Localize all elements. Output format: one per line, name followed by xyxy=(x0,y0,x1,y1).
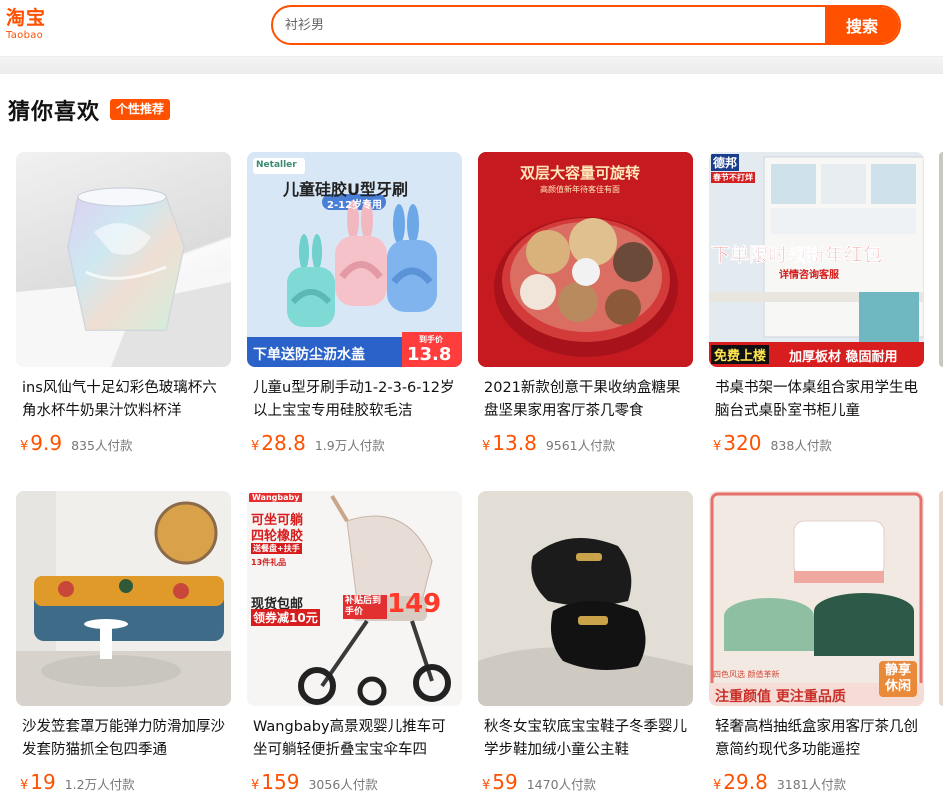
product-title[interactable]: 儿童u型牙刷手动1-2-3-6-12岁以上宝宝专用硅胶软毛洁 xyxy=(247,377,462,423)
sales-count: 835人付款 xyxy=(71,438,133,453)
image-tag-text: 四色风选 颜值革新 xyxy=(713,670,780,679)
currency-symbol: ¥ xyxy=(482,778,491,793)
product-title[interactable]: 沙发笠套罩万能弹力防滑加厚沙发套防猫抓全包四季通 xyxy=(16,716,231,762)
image-bottom-text: 注重颜值 更注重品质 xyxy=(715,689,846,705)
image-price-text: 149 xyxy=(387,589,442,619)
currency-symbol: ¥ xyxy=(713,439,722,454)
sales-count: 1.9万人付款 xyxy=(314,438,385,453)
image-headline-text: 双层大容量可旋转 xyxy=(520,164,641,182)
product-image-baby-shoes[interactable] xyxy=(478,491,693,706)
product-price: 159 xyxy=(261,770,300,794)
product-title[interactable]: 2021新款创意干果收纳盒糖果盘坚果家用客厅茶几零食 xyxy=(478,377,693,423)
product-price: 320 xyxy=(723,431,762,455)
product-card[interactable]: ins风仙气十足幻彩色玻璃杯六角水杯牛奶果汁饮料杯洋 ¥ 9.9 835人付款 xyxy=(16,152,231,455)
currency-symbol: ¥ xyxy=(251,778,260,793)
section-title: 猜你喜欢 xyxy=(8,100,101,125)
sales-count: 3056人付款 xyxy=(308,777,378,792)
price-row: ¥ 19 1.2万人付款 xyxy=(16,770,231,794)
image-corner-text: 静享休闲 xyxy=(879,661,917,697)
price-row: ¥ 59 1470人付款 xyxy=(478,770,693,794)
product-title[interactable]: 秋冬女宝软底宝宝鞋子冬季婴儿学步鞋加绒小童公主鞋 xyxy=(478,716,693,762)
price-row: ¥ 13.8 9561人付款 xyxy=(478,431,693,455)
image-bottom-text-1: 免费上楼 xyxy=(711,345,770,364)
price-row: ¥ 29.8 3181人付款 xyxy=(709,770,924,794)
image-tag-text: 春节不打烊 xyxy=(711,172,755,183)
product-card[interactable]: 德邦 春节不打烊 下单限时领新年红包 详情咨询客服 免费上楼 加厚板材 稳固耐用… xyxy=(709,152,924,455)
image-price-label: 补贴后到手价 xyxy=(343,595,387,619)
partial-product-image[interactable] xyxy=(939,491,943,706)
taobao-logo[interactable]: 淘宝 Taobao xyxy=(6,7,56,43)
image-sub-text: 详情咨询客服 xyxy=(779,270,839,281)
logo-text-cn: 淘宝 xyxy=(6,7,47,29)
product-card[interactable]: 四色风选 颜值革新 注重颜值 更注重品质 静享休闲 轻奢高档抽纸盒家用客厅茶几创… xyxy=(709,491,924,794)
image-brand-text: Netaller xyxy=(256,160,297,170)
product-title[interactable]: Wangbaby高景观婴儿推车可坐可躺轻便折叠宝宝伞车四 xyxy=(247,716,462,762)
price-row: ¥ 9.9 835人付款 xyxy=(16,431,231,455)
image-tag-text-2: 13件礼品 xyxy=(251,558,287,567)
image-brand-text: Wangbaby xyxy=(249,493,303,502)
currency-symbol: ¥ xyxy=(20,439,29,454)
sales-count: 1.2万人付款 xyxy=(64,777,135,792)
search-button[interactable]: 搜索 xyxy=(825,7,899,43)
search-input[interactable] xyxy=(273,7,828,43)
product-price: 59 xyxy=(492,770,518,794)
product-card[interactable]: 双层大容量可旋转 高颜值新年待客佳有面 2021新款创意干果收纳盒糖果盘坚果家用… xyxy=(478,152,693,455)
image-tag-text-1: 送餐盘+扶手 xyxy=(251,543,302,554)
currency-symbol: ¥ xyxy=(713,778,722,793)
currency-symbol: ¥ xyxy=(482,439,491,454)
price-row: ¥ 320 838人付款 xyxy=(709,431,924,455)
currency-symbol: ¥ xyxy=(20,778,29,793)
product-image-toothbrush[interactable]: Netaller 儿童硅胶U型牙刷 2-12岁专用 下单送防尘沥水盖 到手价 1… xyxy=(247,152,462,367)
image-headline-text-2: 四轮橡胶 xyxy=(251,529,304,544)
logo-text-en: Taobao xyxy=(6,30,44,41)
image-brand-text: 德邦 xyxy=(711,154,740,171)
product-price: 28.8 xyxy=(261,431,306,455)
price-row: ¥ 159 3056人付款 xyxy=(247,770,462,794)
search-bar: 搜索 xyxy=(271,5,901,45)
product-price: 19 xyxy=(30,770,56,794)
product-price: 29.8 xyxy=(723,770,768,794)
sales-count: 9561人付款 xyxy=(545,438,616,453)
product-card[interactable]: 秋冬女宝软底宝宝鞋子冬季婴儿学步鞋加绒小童公主鞋 ¥ 59 1470人付款 xyxy=(478,491,693,794)
image-headline-text: 下单限时领新年红包 xyxy=(711,244,883,267)
product-image-desk-bookshelf[interactable]: 德邦 春节不打烊 下单限时领新年红包 详情咨询客服 免费上楼 加厚板材 稳固耐用 xyxy=(709,152,924,367)
personalized-badge: 个性推荐 xyxy=(110,99,171,120)
product-title[interactable]: 书桌书架一体桌组合家用学生电脑台式桌卧室书柜儿童 xyxy=(709,377,924,423)
product-image-glass-cup[interactable] xyxy=(16,152,231,367)
price-row: ¥ 28.8 1.9万人付款 xyxy=(247,431,462,455)
image-promo-text: 下单送防尘沥水盖 xyxy=(253,347,365,363)
product-image-candy-box[interactable]: 双层大容量可旋转 高颜值新年待客佳有面 xyxy=(478,152,693,367)
product-card[interactable]: Netaller 儿童硅胶U型牙刷 2-12岁专用 下单送防尘沥水盖 到手价 1… xyxy=(247,152,462,455)
image-sub-text: 高颜值新年待客佳有面 xyxy=(540,185,620,194)
header-divider xyxy=(0,56,943,74)
product-image-tissue-box[interactable]: 四色风选 颜值革新 注重颜值 更注重品质 静享休闲 xyxy=(709,491,924,706)
image-bottom-text-2: 加厚板材 稳固耐用 xyxy=(789,350,898,365)
product-card[interactable]: Wangbaby 可坐可躺 四轮橡胶 送餐盘+扶手 13件礼品 现货包邮 领券减… xyxy=(247,491,462,794)
product-price: 13.8 xyxy=(492,431,537,455)
product-price: 9.9 xyxy=(30,431,63,455)
product-card[interactable]: 沙发笠套罩万能弹力防滑加厚沙发套防猫抓全包四季通 ¥ 19 1.2万人付款 xyxy=(16,491,231,794)
sales-count: 1470人付款 xyxy=(526,777,597,792)
image-age-text: 2-12岁专用 xyxy=(327,200,383,211)
sales-count: 3181人付款 xyxy=(776,777,847,792)
partial-product-image[interactable] xyxy=(939,152,943,367)
product-image-stroller[interactable]: Wangbaby 可坐可躺 四轮橡胶 送餐盘+扶手 13件礼品 现货包邮 领券减… xyxy=(247,491,462,706)
image-price-text: 13.8 xyxy=(407,344,452,365)
product-image-sofa-cover[interactable] xyxy=(16,491,231,706)
top-header: 淘宝 Taobao 搜索 xyxy=(0,0,943,56)
product-title[interactable]: ins风仙气十足幻彩色玻璃杯六角水杯牛奶果汁饮料杯洋 xyxy=(16,377,231,423)
sales-count: 838人付款 xyxy=(770,438,832,453)
product-title[interactable]: 轻奢高档抽纸盒家用客厅茶几创意简约现代多功能遥控 xyxy=(709,716,924,762)
image-promo-text-2: 领券减10元 xyxy=(251,609,320,626)
currency-symbol: ¥ xyxy=(251,439,260,454)
